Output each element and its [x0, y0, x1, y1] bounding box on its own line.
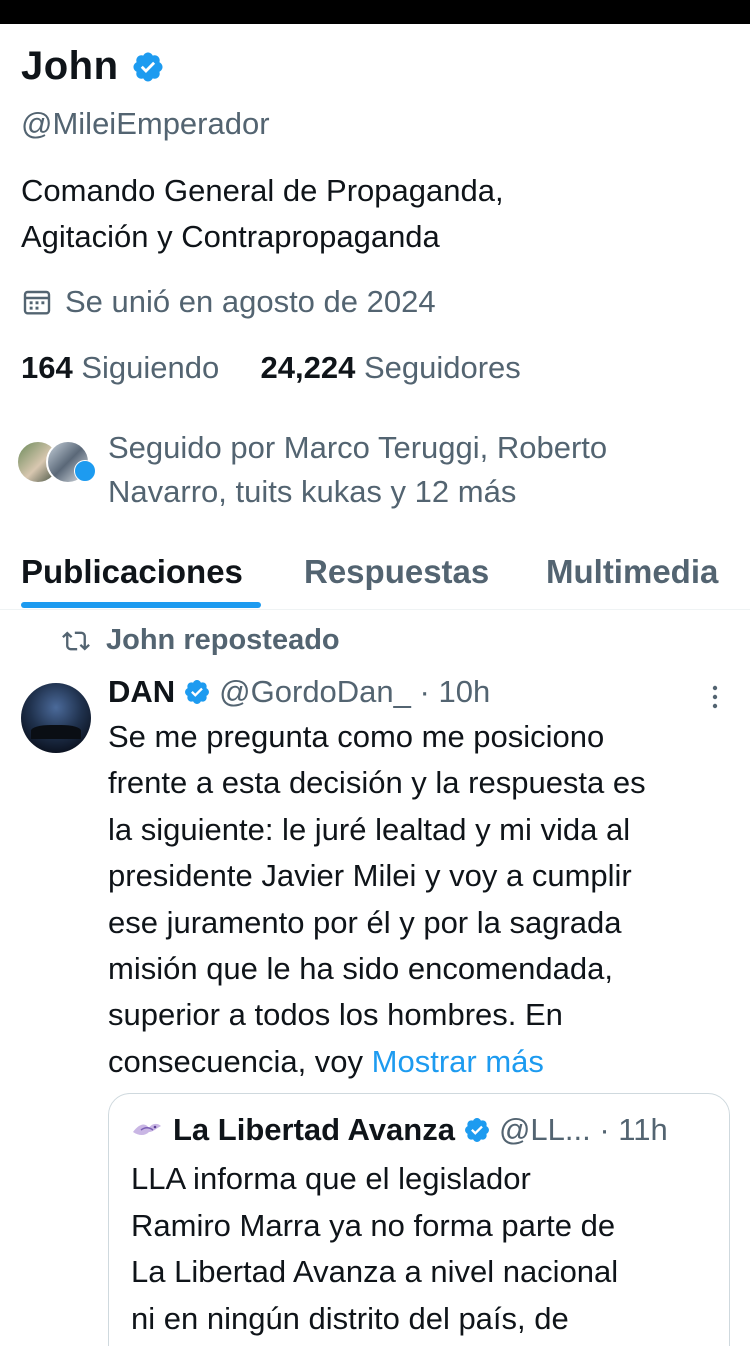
repost-label: John reposteado	[106, 624, 340, 656]
post-line-last: consecuencia, voy Mostrar más	[108, 1039, 738, 1085]
verified-badge-icon	[185, 680, 210, 704]
post-author-name[interactable]: DAN	[108, 674, 175, 710]
post-line: superior a todos los hombres. En	[108, 997, 563, 1033]
followers-count: 24,224	[260, 350, 356, 385]
post-line: misión que le ha sido encomendada,	[108, 951, 613, 987]
follower-avatars	[16, 440, 102, 492]
post-separator: ·	[410, 674, 439, 709]
followers-label: Seguidores	[363, 350, 521, 385]
verified-badge-icon	[133, 51, 163, 82]
repost-context[interactable]: John reposteado	[62, 624, 340, 657]
quote-line: La Libertad Avanza a nivel nacional	[131, 1254, 619, 1290]
active-tab-indicator	[21, 602, 261, 608]
post-line: presidente Javier Milei y voy a cumplir	[108, 858, 632, 894]
profile-tabs: Publicaciones Respuestas Multimedia	[0, 545, 750, 610]
lla-logo-icon	[133, 1123, 161, 1135]
quote-header: La Libertad Avanza @LL... · 11h	[131, 1112, 668, 1148]
profile-bio: Comando General de Propaganda, Agitación…	[21, 168, 721, 260]
post-time[interactable]: 10h	[438, 674, 490, 710]
quote-author-handle: @LL...	[498, 1112, 591, 1147]
quote-line: LLA informa que el legislador	[131, 1161, 531, 1196]
profile-handle: @MileiEmperador	[21, 106, 270, 141]
quoted-post[interactable]: La Libertad Avanza @LL... · 11h LLA info…	[108, 1093, 730, 1346]
repost-icon	[62, 631, 90, 650]
post-line: frente a esta decisión y la respuesta es	[108, 765, 646, 801]
follow-stats: 164 Siguiendo 24,224 Seguidores	[21, 350, 521, 386]
followed-by[interactable]: Seguido por Marco Teruggi, Roberto Navar…	[16, 426, 728, 514]
profile-name: John	[21, 44, 119, 88]
following-link[interactable]: 164 Siguiendo	[21, 350, 219, 385]
bio-line: Comando General de Propaganda,	[21, 173, 504, 208]
joined-date: Se unió en agosto de 2024	[21, 284, 436, 320]
status-bar	[0, 0, 750, 24]
post-line: ese juramento por él y por la sagrada	[108, 904, 622, 940]
verified-badge-icon	[464, 1118, 489, 1142]
tab-publicaciones[interactable]: Publicaciones	[21, 553, 243, 591]
followers-link[interactable]: 24,224 Seguidores	[261, 350, 521, 385]
post-author-avatar[interactable]	[21, 683, 91, 753]
quote-body: LLA informa que el legislador Ramiro Mar…	[131, 1156, 721, 1342]
post-header: DAN @GordoDan_ · 10h	[108, 674, 490, 710]
calendar-icon	[23, 290, 51, 315]
tab-multimedia[interactable]: Multimedia	[546, 553, 718, 591]
followed-by-line: Navarro, tuits kukas y 12 más	[108, 474, 517, 509]
post-author-handle[interactable]: @GordoDan_	[219, 674, 411, 710]
quote-line: Ramiro Marra ya no forma parte de	[131, 1207, 616, 1243]
show-more-link[interactable]: Mostrar más	[372, 1044, 544, 1079]
more-options-icon[interactable]	[704, 682, 726, 712]
quote-author-name: La Libertad Avanza	[173, 1112, 455, 1147]
avatar	[74, 460, 96, 482]
joined-text: Se unió en agosto de 2024	[65, 284, 436, 319]
following-count: 164	[21, 350, 73, 385]
tab-respuestas[interactable]: Respuestas	[304, 553, 489, 591]
followed-by-text: Seguido por Marco Teruggi, Roberto Navar…	[108, 426, 728, 514]
following-label: Siguiendo	[81, 350, 220, 385]
post-line-text: consecuencia, voy	[108, 1043, 364, 1079]
bio-line: Agitación y Contrapropaganda	[21, 219, 440, 254]
quote-separator: ·	[590, 1112, 619, 1147]
post-line: la siguiente: le juré lealtad y mi vida …	[108, 811, 631, 847]
profile-name-row: John	[21, 44, 165, 89]
followed-by-line: Seguido por Marco Teruggi, Roberto	[108, 430, 608, 465]
quote-line: ni en ningún distrito del país, de	[131, 1300, 569, 1336]
post-body[interactable]: Se me pregunta como me posiciono frente …	[108, 714, 738, 1085]
post-line: Se me pregunta como me posiciono	[108, 719, 605, 754]
quote-time: 11h	[618, 1112, 668, 1147]
